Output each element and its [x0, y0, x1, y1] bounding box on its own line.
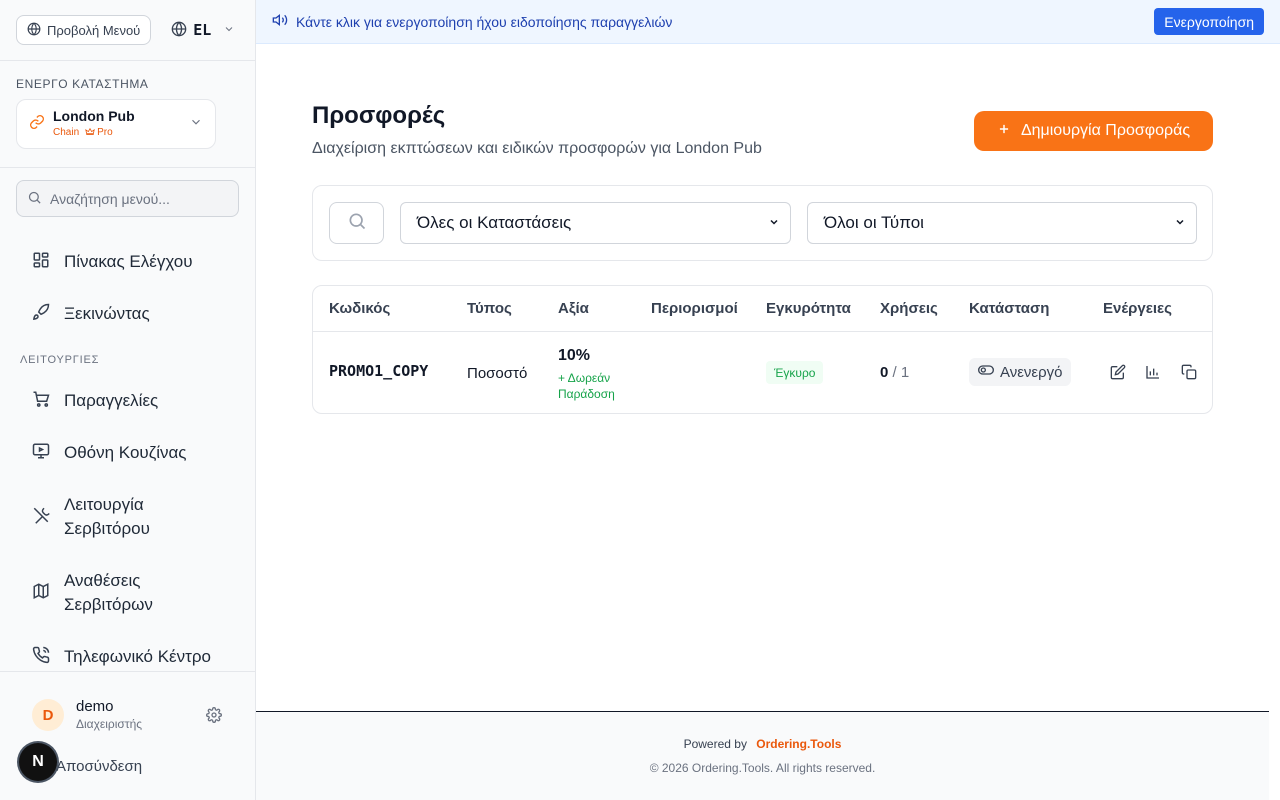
- sidebar-item-label: Παραγγελίες: [64, 391, 159, 410]
- sidebar-item-label: Πίνακας Ελέγχου: [64, 252, 193, 271]
- page-subtitle: Διαχείριση εκπτώσεων και ειδικών προσφορ…: [312, 140, 762, 157]
- column-header: Εγκυρότητα: [766, 300, 851, 317]
- chevron-down-icon: [189, 115, 203, 134]
- table-header: Κωδικός Τύπος Αξία Περιορισμοί Εγκυρότητ…: [313, 286, 1212, 332]
- cart-icon: [32, 390, 50, 413]
- language-code: EL: [193, 21, 212, 39]
- sidebar-item-orders[interactable]: Παραγγελίες: [32, 389, 158, 413]
- chevron-down-icon: [223, 22, 235, 38]
- sidebar-item-waiter-assignments[interactable]: Αναθέσεις Σερβιτόρων: [32, 569, 174, 617]
- column-header: Αξία: [558, 300, 589, 317]
- search-icon: [27, 190, 42, 208]
- offer-code: PROMO1_COPY: [329, 362, 429, 380]
- column-header: Περιορισμοί: [651, 300, 738, 317]
- user-name: demo: [76, 698, 114, 715]
- utensils-icon: [32, 506, 50, 529]
- gear-icon[interactable]: [206, 707, 222, 728]
- sidebar-item-getting-started[interactable]: Ξεκινώντας: [32, 302, 150, 326]
- sidebar: Προβολή Μενού EL ΕΝΕΡΓΟ ΚΑΤΑΣΤΗΜΑ London…: [0, 0, 256, 800]
- menu-search-placeholder: Αναζήτηση μενού...: [50, 190, 170, 207]
- store-plan: Pro: [97, 127, 113, 138]
- link-icon: [29, 114, 45, 135]
- sidebar-item-label: Οθόνη Κουζίνας: [64, 443, 187, 462]
- offer-type: Ποσοστό: [467, 365, 528, 382]
- powered-by: Powered by Ordering.Tools: [256, 737, 1269, 751]
- speaker-icon: [272, 12, 288, 31]
- store-name: London Pub: [53, 108, 135, 124]
- sidebar-item-waiter-mode[interactable]: Λειτουργία Σερβιτόρου: [32, 493, 174, 541]
- offer-value: 10%: [558, 347, 591, 364]
- avatar: D: [32, 699, 64, 731]
- search-button[interactable]: [329, 202, 384, 244]
- toggle-off-icon: [978, 362, 994, 382]
- sidebar-top-bar: Προβολή Μενού EL: [0, 0, 255, 61]
- uses-count: 0: [880, 364, 889, 381]
- banner-text: Κάντε κλικ για ενεργοποίηση ήχου ειδοποί…: [296, 13, 673, 30]
- rocket-icon: [32, 303, 50, 326]
- map-icon: [32, 582, 50, 605]
- sidebar-item-label: Τηλεφωνικό Κέντρο: [64, 647, 211, 666]
- stats-icon[interactable]: [1144, 363, 1162, 381]
- plus-icon: [997, 122, 1011, 141]
- store-type: Chain: [53, 127, 80, 138]
- search-icon: [347, 211, 367, 236]
- chevron-down-icon: [768, 213, 780, 233]
- edit-icon[interactable]: [1109, 363, 1127, 381]
- uses-limit: / 1: [892, 364, 910, 381]
- sidebar-item-call-center[interactable]: Τηλεφωνικό Κέντρο: [32, 645, 211, 669]
- logout-button[interactable]: Αποσύνδεση: [56, 758, 142, 775]
- offers-table: Κωδικός Τύπος Αξία Περιορισμοί Εγκυρότητ…: [312, 285, 1213, 414]
- create-offer-button[interactable]: Δημιουργία Προσφοράς: [974, 111, 1213, 151]
- dashboard-icon: [32, 251, 50, 274]
- offer-value-extra: + Δωρεάν Παράδοση: [558, 371, 615, 401]
- language-selector[interactable]: EL: [171, 21, 235, 40]
- store-selector[interactable]: London Pub Chain Pro: [16, 99, 216, 149]
- active-store-label: ΕΝΕΡΓΟ ΚΑΤΑΣΤΗΜΑ: [16, 77, 149, 91]
- sound-notification-banner: Κάντε κλικ για ενεργοποίηση ήχου ειδοποί…: [256, 0, 1280, 44]
- column-header: Κατάσταση: [969, 300, 1050, 317]
- status-filter-value: Όλες οι Καταστάσεις: [417, 213, 572, 232]
- type-filter-value: Όλοι οι Τύποι: [824, 213, 924, 232]
- active-store-section: ΕΝΕΡΓΟ ΚΑΤΑΣΤΗΜΑ London Pub Chain Pro: [0, 61, 255, 168]
- menu-search-input[interactable]: Αναζήτηση μενού...: [16, 180, 239, 217]
- column-header: Ενέργειες: [1103, 300, 1172, 317]
- brand-link[interactable]: Ordering.Tools: [756, 737, 841, 751]
- enable-sound-button[interactable]: Ενεργοποίηση: [1154, 8, 1264, 35]
- copyright: © 2026 Ordering.Tools. All rights reserv…: [649, 761, 876, 775]
- user-role: Διαχειριστής: [76, 717, 143, 731]
- phone-icon: [32, 646, 50, 669]
- powered-by-label: Powered by: [683, 737, 747, 751]
- validity-badge: Έγκυρο: [766, 361, 824, 384]
- status-filter-select[interactable]: Όλες οι Καταστάσεις: [400, 202, 791, 244]
- sidebar-item-label: Αναθέσεις Σερβιτόρων: [64, 571, 153, 614]
- type-filter-select[interactable]: Όλοι οι Τύποι: [807, 202, 1197, 244]
- globe-icon: [27, 22, 41, 39]
- sidebar-item-kitchen-display[interactable]: Οθόνη Κουζίνας: [32, 441, 187, 465]
- menu-view-label: Προβολή Μενού: [47, 22, 141, 38]
- sidebar-item-dashboard[interactable]: Πίνακας Ελέγχου: [32, 250, 193, 274]
- chevron-down-icon: [1174, 213, 1186, 233]
- create-offer-label: Δημιουργία Προσφοράς: [1020, 122, 1191, 139]
- crown-icon: [85, 127, 95, 140]
- status-badge[interactable]: Ανενεργό: [969, 358, 1072, 386]
- filters-card: Όλες οι Καταστάσεις Όλοι οι Τύποι: [312, 185, 1213, 261]
- column-header: Κωδικός: [329, 300, 391, 317]
- column-header: Χρήσεις: [880, 300, 938, 317]
- status-label: Ανενεργό: [1000, 363, 1063, 381]
- sidebar-item-label: Ξεκινώντας: [64, 304, 150, 323]
- globe-icon: [171, 21, 187, 40]
- monitor-icon: [32, 442, 50, 465]
- sidebar-item-label: Λειτουργία Σερβιτόρου: [64, 495, 150, 538]
- dev-tools-badge[interactable]: N: [19, 743, 57, 781]
- duplicate-icon[interactable]: [1180, 363, 1198, 381]
- menu-view-button[interactable]: Προβολή Μενού: [16, 15, 152, 45]
- column-header: Τύπος: [467, 300, 512, 317]
- footer: Powered by Ordering.Tools © 2026 Orderin…: [256, 711, 1269, 800]
- page-title: Προσφορές: [312, 102, 446, 129]
- operations-section-label: ΛΕΙΤΟΥΡΓΙΕΣ: [20, 354, 100, 366]
- offer-uses: 0 / 1: [880, 364, 909, 381]
